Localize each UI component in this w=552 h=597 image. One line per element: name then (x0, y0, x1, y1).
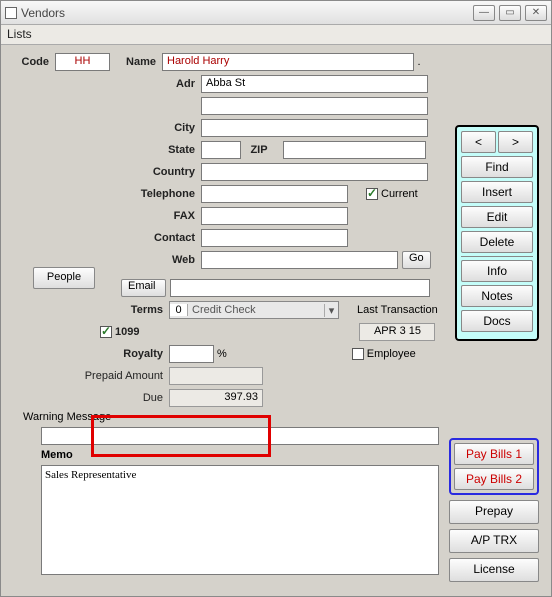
prepay-button[interactable]: Prepay (449, 500, 539, 524)
notes-button[interactable]: Notes (461, 285, 533, 307)
label-contact: Contact (11, 232, 201, 244)
state-field[interactable] (201, 141, 241, 159)
paybills1-button[interactable]: Pay Bills 1 (454, 443, 534, 465)
prepaid-field (169, 367, 263, 385)
info-button[interactable]: Info (461, 260, 533, 282)
maximize-button[interactable]: ▭ (499, 5, 521, 21)
label-web: Web (11, 254, 201, 266)
label-percent: % (217, 348, 227, 360)
name-ellipsis[interactable]: . (414, 56, 424, 68)
titlebar: Vendors — ▭ ✕ (1, 1, 551, 25)
license-button[interactable]: License (449, 558, 539, 582)
paybills-group: Pay Bills 1 Pay Bills 2 (449, 438, 539, 495)
find-button[interactable]: Find (461, 156, 533, 178)
label-code: Code (11, 56, 55, 68)
ten99-checkbox[interactable] (100, 326, 112, 338)
label-country: Country (11, 166, 201, 178)
label-memo: Memo (41, 449, 73, 461)
label-prepaid: Prepaid Amount (11, 370, 169, 382)
label-due: Due (11, 392, 169, 404)
code-field[interactable]: HH (55, 53, 110, 71)
employee-checkbox[interactable] (352, 348, 364, 360)
aptrx-button[interactable]: A/P TRX (449, 529, 539, 553)
action-panel: Pay Bills 1 Pay Bills 2 Prepay A/P TRX L… (449, 438, 539, 582)
label-fax: FAX (11, 210, 201, 222)
close-button[interactable]: ✕ (525, 5, 547, 21)
docs-button[interactable]: Docs (461, 310, 533, 332)
label-royalty: Royalty (11, 348, 169, 360)
label-state: State (11, 144, 201, 156)
label-warning: Warning Message (23, 411, 111, 423)
paybills2-button[interactable]: Pay Bills 2 (454, 468, 534, 490)
label-employee: Employee (367, 348, 416, 360)
name-field[interactable]: Harold Harry (162, 53, 414, 71)
email-field[interactable] (170, 279, 430, 297)
chevron-down-icon: ▾ (324, 304, 338, 317)
contact-field[interactable] (201, 229, 348, 247)
email-button[interactable]: Email (121, 279, 166, 297)
label-terms: Terms (11, 304, 169, 316)
minimize-button[interactable]: — (473, 5, 495, 21)
city-field[interactable] (201, 119, 428, 137)
next-button[interactable]: > (498, 131, 533, 153)
web-field[interactable] (201, 251, 398, 269)
memo-field[interactable] (41, 465, 439, 575)
title-checkbox[interactable] (5, 7, 17, 19)
window-title: Vendors (21, 6, 65, 20)
insert-button[interactable]: Insert (461, 181, 533, 203)
terms-num: 0 (170, 304, 188, 316)
label-telephone: Telephone (11, 188, 201, 200)
menubar: Lists (1, 25, 551, 45)
adr2-field[interactable] (201, 97, 428, 115)
country-field[interactable] (201, 163, 428, 181)
terms-dropdown[interactable]: 0 Credit Check ▾ (169, 301, 339, 319)
current-checkbox[interactable] (366, 188, 378, 200)
label-zip: ZIP (241, 144, 283, 156)
nav-panel: < > Find Insert Edit Delete Info Notes D… (455, 125, 539, 341)
fax-field[interactable] (201, 207, 348, 225)
royalty-field[interactable] (169, 345, 214, 363)
label-adr: Adr (11, 78, 201, 90)
label-current: Current (381, 188, 418, 200)
edit-button[interactable]: Edit (461, 206, 533, 228)
label-1099: 1099 (115, 326, 139, 338)
due-field: 397.93 (169, 389, 263, 407)
label-lasttx: Last Transaction (357, 304, 438, 316)
warning-field[interactable] (41, 427, 439, 445)
delete-button[interactable]: Delete (461, 231, 533, 253)
zip-field[interactable] (283, 141, 426, 159)
prev-button[interactable]: < (461, 131, 496, 153)
terms-text: Credit Check (188, 304, 324, 316)
label-city: City (11, 122, 201, 134)
menu-lists[interactable]: Lists (7, 27, 32, 41)
adr1-field[interactable]: Abba St (201, 75, 428, 93)
lasttx-field: APR 3 15 (359, 323, 435, 341)
people-button[interactable]: People (33, 267, 95, 289)
telephone-field[interactable] (201, 185, 348, 203)
go-button[interactable]: Go (402, 251, 431, 269)
label-name: Name (110, 56, 162, 68)
